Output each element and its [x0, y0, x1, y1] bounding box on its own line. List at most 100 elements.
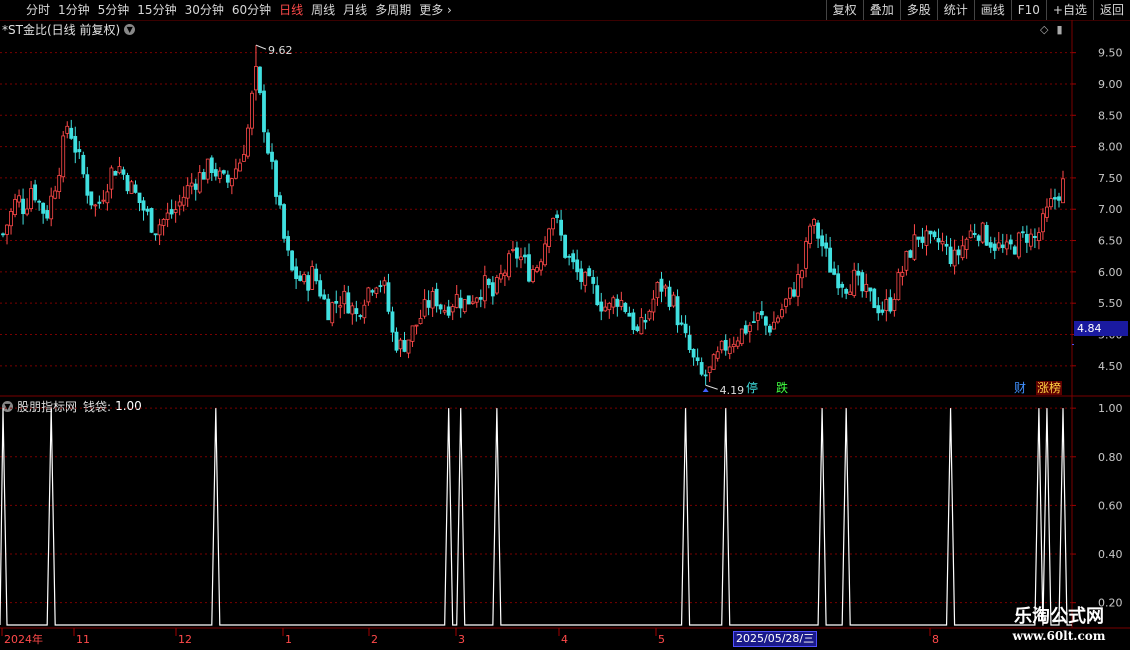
ind-tick-label-3: 0.80 — [1098, 451, 1123, 464]
candle-body-57 — [229, 178, 234, 187]
candle-body-184 — [739, 328, 744, 345]
candle-body-63 — [254, 66, 258, 91]
candle-body-34 — [137, 192, 142, 204]
candle-body-164 — [659, 278, 664, 292]
candle-body-248 — [996, 242, 1001, 249]
candle-body-139 — [559, 219, 564, 236]
candle-body-32 — [129, 181, 134, 194]
candle-body-101 — [406, 339, 411, 354]
candle-body-219 — [880, 309, 885, 313]
candle-body-20 — [81, 154, 86, 175]
candle-body-243 — [976, 235, 981, 241]
candle-body-152 — [611, 297, 616, 308]
candle-body-220 — [884, 299, 889, 311]
badge-cai[interactable]: 财 — [1013, 381, 1027, 395]
candle-body-158 — [635, 326, 640, 332]
candle-body-116 — [466, 295, 471, 305]
candle-body-238 — [956, 249, 961, 256]
candle-body-6 — [25, 208, 29, 215]
candle-body-234 — [940, 241, 945, 245]
x-axis-label-3: 1 — [285, 633, 292, 646]
candle-body-97 — [390, 311, 395, 333]
candle-body-118 — [474, 297, 479, 303]
candle-body-37 — [149, 208, 154, 233]
candle-body-187 — [751, 321, 756, 324]
candle-body-146 — [587, 268, 592, 277]
candle-body-178 — [715, 351, 720, 359]
candle-body-99 — [398, 339, 403, 350]
candle-body-225 — [904, 250, 909, 271]
candle-body-213 — [856, 270, 861, 276]
candle-body-105 — [422, 299, 427, 317]
candle-body-227 — [912, 234, 917, 260]
candle-body-42 — [169, 209, 174, 215]
candle-body-70 — [282, 204, 286, 239]
candle-body-4 — [17, 195, 21, 203]
candle-body-181 — [727, 346, 732, 355]
candle-body-188 — [755, 312, 760, 321]
main-tick-label-4: 6.50 — [1098, 235, 1123, 248]
candle-body-176 — [707, 366, 712, 373]
candle-body-172 — [691, 348, 696, 358]
candle-body-140 — [563, 234, 568, 258]
main-tick-label-8: 8.50 — [1098, 109, 1123, 122]
x-axis-label-7: 5 — [658, 633, 665, 646]
candle-body-259 — [1041, 213, 1045, 233]
current-price-tag: 4.84 — [1074, 321, 1128, 336]
candle-body-69 — [278, 195, 282, 206]
badge-zhangbang[interactable]: 涨榜 — [1036, 381, 1063, 395]
candle-body-54 — [217, 170, 222, 179]
candle-body-254 — [1020, 231, 1025, 234]
candle-body-154 — [619, 300, 624, 307]
candle-body-26 — [105, 191, 110, 204]
main-tick-label-2: 5.50 — [1098, 297, 1123, 310]
candle-body-224 — [900, 272, 905, 277]
badge-die[interactable]: 跌 — [775, 381, 789, 395]
candle-body-28 — [113, 171, 118, 176]
candle-body-2 — [9, 211, 13, 227]
candle-body-23 — [93, 204, 98, 207]
candle-body-136 — [547, 228, 551, 247]
candle-body-157 — [631, 312, 636, 330]
candle-body-205 — [824, 242, 829, 249]
candle-body-235 — [944, 243, 949, 247]
candle-body-211 — [848, 291, 853, 295]
candle-body-165 — [663, 285, 668, 289]
x-axis-label-1: 11 — [76, 633, 90, 646]
candle-body-201 — [808, 225, 812, 244]
candle-body-109 — [438, 304, 443, 310]
candle-body-200 — [804, 241, 808, 269]
candle-body-174 — [699, 362, 704, 375]
badge-ting[interactable]: 停 — [745, 381, 759, 395]
candle-body-245 — [984, 225, 989, 246]
candle-body-124 — [498, 273, 503, 280]
main-tick-label-9: 9.00 — [1098, 78, 1123, 91]
low-mark-label: 4.19 — [720, 384, 745, 397]
watermark-line2: www.60lt.com — [1012, 629, 1106, 643]
candle-body-127 — [511, 249, 515, 251]
candle-body-72 — [290, 250, 294, 271]
candle-body-80 — [322, 294, 327, 300]
candle-body-19 — [77, 149, 82, 153]
candle-body-239 — [960, 245, 965, 259]
main-tick-label-7: 8.00 — [1098, 141, 1123, 154]
candle-body-123 — [494, 277, 499, 294]
candle-body-216 — [868, 287, 873, 292]
watermark-line1: 乐淘公式网 — [1014, 606, 1104, 627]
candle-body-151 — [607, 302, 612, 311]
candle-body-252 — [1012, 246, 1017, 255]
candle-body-228 — [916, 236, 921, 240]
kline-chart[interactable]: 4.505.005.506.006.507.007.508.008.509.00… — [0, 0, 1130, 650]
candle-body-56 — [225, 174, 230, 183]
candle-body-58 — [233, 168, 238, 179]
candle-body-223 — [896, 272, 901, 301]
candle-body-240 — [964, 238, 969, 250]
candle-body-195 — [784, 298, 788, 307]
candle-body-186 — [747, 324, 752, 332]
candle-body-138 — [555, 214, 559, 218]
candle-body-192 — [772, 321, 776, 330]
candle-body-9 — [37, 200, 42, 203]
candle-body-16 — [65, 125, 70, 134]
candle-body-190 — [763, 316, 768, 326]
candle-body-247 — [992, 243, 997, 251]
